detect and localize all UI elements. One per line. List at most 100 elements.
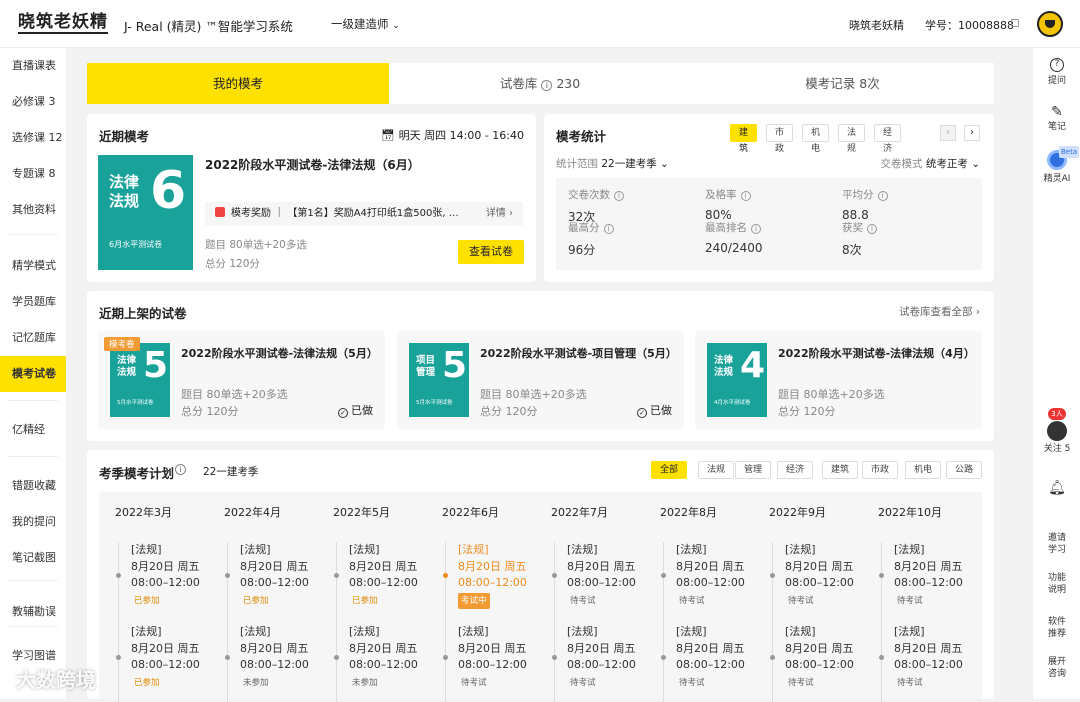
range-filter[interactable]: 统计范围 22一建考季 ⌄: [556, 156, 669, 171]
info-icon[interactable]: i: [175, 464, 186, 475]
recent-paper-title[interactable]: 2022阶段水平测试卷-法律法规（6月）: [205, 156, 420, 173]
tab-my-exams[interactable]: 我的模考: [87, 63, 389, 104]
left-nav-item[interactable]: 笔记截图: [0, 540, 66, 576]
left-nav-item[interactable]: 选修课 12: [0, 120, 66, 156]
left-nav-item[interactable]: 精学模式: [0, 248, 66, 284]
info-icon[interactable]: i: [614, 191, 624, 201]
plan-event[interactable]: [法规] 8月20日 周五 08:00–12:00 已参加: [131, 624, 200, 691]
paper-card[interactable]: 项目 管理 5 5月水平测试卷 2022阶段水平测试卷-项目管理（5月） 题目 80单选+…: [397, 331, 684, 429]
stats-chip[interactable]: 经济: [874, 124, 902, 154]
copy-icon[interactable]: [1011, 19, 1019, 27]
plan-event[interactable]: [法规] 8月20日 周五 08:00–12:00 已参加: [240, 542, 309, 609]
event-date: 8月20日 周五: [131, 559, 200, 573]
reward-detail-link[interactable]: 详情 ›: [486, 202, 513, 226]
cover-subtitle: 5月水平测试卷: [416, 400, 453, 406]
stat-label-text: 获奖: [842, 222, 863, 234]
plan-chip[interactable]: 经济: [777, 461, 814, 479]
role-dropdown[interactable]: 一级建造师 ⌄: [331, 16, 400, 32]
paper-cover: 法律 法规 4 4月水平测试卷: [707, 343, 767, 417]
plan-chip[interactable]: 机电: [905, 461, 942, 479]
next-arrow-icon[interactable]: ›: [964, 125, 980, 141]
tab-records[interactable]: 模考记录 8次: [691, 63, 994, 104]
plan-event[interactable]: [法规] 8月20日 周五 08:00–12:00 已参加: [349, 542, 418, 609]
plan-chip[interactable]: 法规: [698, 461, 735, 479]
software-button[interactable]: 软件推荐: [1033, 616, 1080, 640]
plan-event[interactable]: [法规] 8月20日 周五 08:00–12:00 待考试: [458, 624, 527, 691]
tab-paper-bank[interactable]: 试卷库 i 230: [389, 63, 691, 104]
mode-filter[interactable]: 交卷模式 统考正考 ⌄: [881, 156, 980, 171]
plan-event[interactable]: [法规] 8月20日 周五 08:00–12:00 待考试: [894, 624, 963, 691]
left-nav-item[interactable]: 必修课 3: [0, 84, 66, 120]
plan-chip[interactable]: 公路: [946, 461, 983, 479]
paper-meta: 题目 80单选+20多选 总分 120分: [480, 387, 587, 420]
timeline-dot: [225, 655, 230, 660]
follow-button[interactable]: 3人 关注 5: [1033, 408, 1080, 455]
info-icon[interactable]: i: [877, 191, 888, 201]
paper-question-count: 题目 80单选+20多选: [480, 388, 587, 401]
left-nav-item[interactable]: 教辅勘误: [0, 594, 66, 630]
expand-consult-button[interactable]: 展开咨询: [1033, 656, 1080, 680]
note-button[interactable]: ✎ 笔记: [1033, 104, 1080, 133]
plan-event[interactable]: [法规] 8月20日 周五 08:00–12:00 考试中: [458, 542, 527, 609]
timeline-dot: [334, 655, 339, 660]
plan-event[interactable]: [法规] 8月20日 周五 08:00–12:00 待考试: [676, 624, 745, 691]
event-tag: [法规]: [894, 543, 925, 556]
plan-chip[interactable]: 全部: [651, 461, 688, 479]
left-nav-item[interactable]: 其他资料: [0, 192, 66, 228]
left-nav-item[interactable]: 亿精经: [0, 412, 66, 448]
info-icon[interactable]: i: [740, 191, 751, 201]
info-icon[interactable]: i: [867, 224, 877, 234]
left-nav-item[interactable]: 学员题库: [0, 284, 66, 320]
paper-title: 2022阶段水平测试卷-项目管理（5月）: [480, 347, 677, 360]
reward-banner[interactable]: 模考奖励 ｜ 【第1名】奖励A4打印纸1盒500张, … 详情 ›: [205, 202, 523, 226]
plan-event[interactable]: [法规] 8月20日 周五 08:00–12:00 待考试: [785, 542, 854, 609]
plan-event[interactable]: [法规] 8月20日 周五 08:00–12:00 待考试: [567, 624, 636, 691]
event-date: 8月20日 周五: [567, 559, 636, 573]
plan-event[interactable]: [法规] 8月20日 周五 08:00–12:00 待考试: [567, 542, 636, 609]
plan-event[interactable]: [法规] 8月20日 周五 08:00–12:00 待考试: [894, 542, 963, 609]
stat-item: 及格率 i 80%: [705, 187, 751, 222]
stats-chip[interactable]: 机电: [802, 124, 830, 154]
ai-button[interactable]: 精灵AI Beta: [1033, 146, 1080, 185]
left-nav-item[interactable]: 我的提问: [0, 504, 66, 540]
event-time: 08:00–12:00: [785, 576, 854, 589]
plan-event[interactable]: [法规] 8月20日 周五 08:00–12:00 待考试: [676, 542, 745, 609]
plan-event[interactable]: [法规] 8月20日 周五 08:00–12:00 待考试: [785, 624, 854, 691]
plan-event[interactable]: [法规] 8月20日 周五 08:00–12:00 未参加: [349, 624, 418, 691]
stats-chip[interactable]: 建筑: [730, 124, 758, 154]
paper-cover[interactable]: 法律 法规 6 6月水平测试卷: [98, 155, 193, 270]
left-nav-item[interactable]: 记忆题库: [0, 320, 66, 356]
logo[interactable]: 晓筑老妖精: [18, 12, 108, 34]
view-paper-button[interactable]: 查看试卷: [458, 240, 524, 264]
event-tag: [法规]: [458, 625, 489, 638]
info-icon[interactable]: i: [603, 224, 614, 234]
plan-event[interactable]: [法规] 8月20日 周五 08:00–12:00 已参加: [131, 542, 200, 609]
plan-chip[interactable]: 市政: [862, 461, 899, 479]
paper-title: 2022阶段水平测试卷-法律法规（5月）: [181, 347, 378, 360]
plan-chip[interactable]: 管理: [735, 461, 772, 479]
stats-chip[interactable]: 市政: [766, 124, 794, 154]
left-nav-item[interactable]: 直播课表: [0, 48, 66, 84]
stats-chip[interactable]: 法规: [838, 124, 866, 154]
paper-card[interactable]: 法律 法规 4 4月水平测试卷 2022阶段水平测试卷-法律法规（4月） 题目 80单选+…: [695, 331, 982, 429]
info-icon[interactable]: i: [751, 224, 761, 234]
plan-chip[interactable]: 建筑: [822, 461, 859, 479]
left-nav-item[interactable]: 模考试卷: [0, 356, 66, 392]
left-nav-item[interactable]: 错题收藏: [0, 468, 66, 504]
invite-button[interactable]: 邀请学习: [1033, 532, 1080, 556]
event-date: 8月20日 周五: [240, 641, 309, 655]
avatar[interactable]: [1037, 11, 1063, 37]
left-nav-item[interactable]: 专题课 8: [0, 156, 66, 192]
ask-button[interactable]: ? 提问: [1033, 58, 1080, 87]
features-button[interactable]: 功能说明: [1033, 572, 1080, 596]
view-all-papers-label: 试卷库查看全部: [898, 306, 973, 318]
paper-total-score: 总分 120分: [181, 404, 239, 418]
bell-icon[interactable]: 🔔︎: [1033, 481, 1080, 496]
cover-text-1: 法律: [714, 355, 734, 366]
follow-label: 关注 5: [1043, 444, 1071, 454]
plan-event[interactable]: [法规] 8月20日 周五 08:00–12:00 未参加: [240, 624, 309, 691]
paper-card[interactable]: 法律 法规 5 5月水平测试卷 模考卷 2022阶段水平测试卷-法律法规（5月） 题目 80…: [98, 331, 385, 429]
prev-arrow-icon[interactable]: ‹: [940, 125, 956, 141]
view-all-papers-link[interactable]: 试卷库查看全部 ›: [899, 304, 980, 319]
month-label: 2022年3月: [115, 506, 172, 519]
